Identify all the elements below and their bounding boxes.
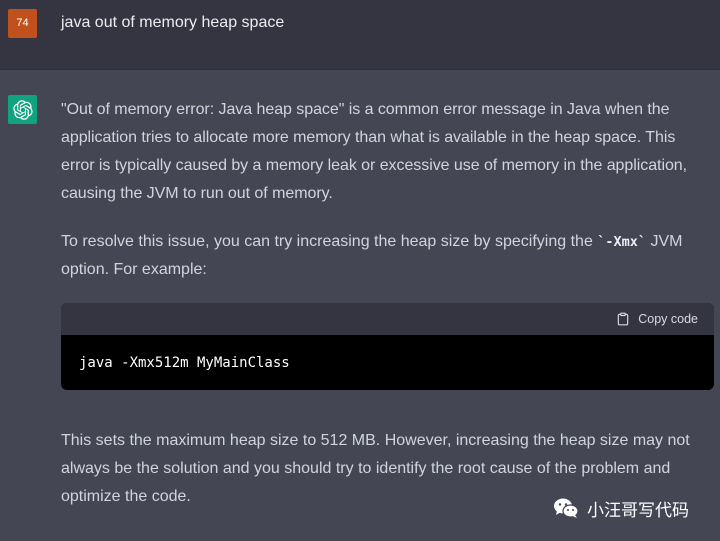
copy-code-label: Copy code: [638, 312, 698, 326]
watermark: 小汪哥写代码: [553, 494, 689, 522]
user-avatar: 74: [8, 9, 37, 38]
code-content: java -Xmx512m MyMainClass: [79, 355, 290, 371]
openai-logo-icon: [8, 95, 37, 124]
user-message-text: java out of memory heap space: [61, 14, 285, 31]
paragraph-2-text-before: To resolve this issue, you can try incre…: [61, 233, 598, 250]
assistant-message-content: "Out of memory error: Java heap space" i…: [61, 96, 706, 284]
code-block: Copy code java -Xmx512m MyMainClass: [61, 303, 714, 390]
clipboard-icon: [616, 312, 630, 326]
copy-code-button[interactable]: Copy code: [616, 312, 698, 326]
answer-paragraph-1: "Out of memory error: Java heap space" i…: [61, 101, 688, 202]
code-block-header: Copy code: [61, 303, 714, 335]
inline-code-xmx: `-Xmx`: [597, 234, 647, 250]
assistant-message-row: "Out of memory error: Java heap space" i…: [0, 71, 720, 541]
watermark-text: 小汪哥写代码: [587, 500, 689, 521]
answer-paragraph-2: To resolve this issue, you can try incre…: [61, 228, 706, 284]
user-message-row: 74 java out of memory heap space: [0, 0, 720, 70]
wechat-icon: [553, 497, 579, 519]
